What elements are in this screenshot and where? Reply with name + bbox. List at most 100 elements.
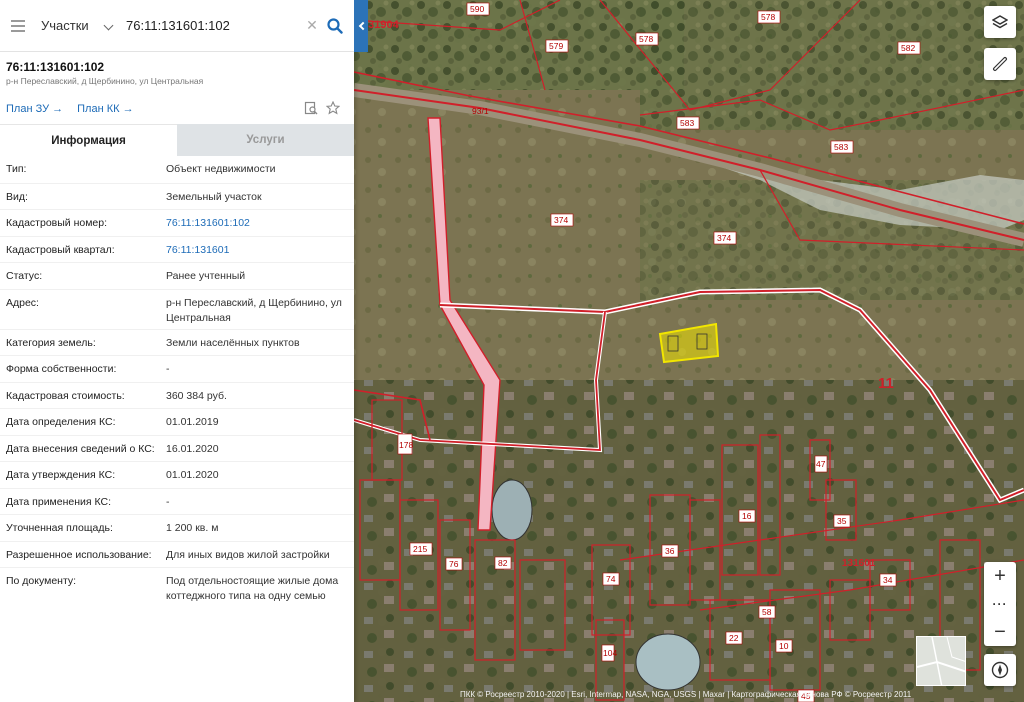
info-value: 1 200 кв. м	[166, 522, 219, 534]
plan-kk-link[interactable]: План КК →	[77, 103, 133, 115]
info-panel: Участки ✕ 76:11:131601:102 р-н Переславс…	[0, 0, 368, 702]
info-list: Тип: Объект недвижимости Вид: Земельный …	[0, 156, 354, 604]
parcel-label: 58	[762, 607, 772, 617]
search-type-select[interactable]: Участки	[36, 0, 116, 52]
search-icon	[327, 17, 343, 34]
object-address: р-н Переславский, д Щербинино, ул Центра…	[6, 76, 204, 86]
info-row: Дата определения КС: 01.01.2019	[0, 408, 354, 435]
panel-tabs: Информация Услуги	[0, 124, 354, 156]
app-root: 131904 590 578 579 578 582 93/1 583 583 …	[0, 0, 1024, 702]
info-row: Адрес: р-н Переславский, д Щербинино, ул…	[0, 288, 354, 329]
info-value: Объект недвижимости	[166, 163, 276, 175]
cadastral-quarter-link[interactable]: 76:11:131601	[166, 243, 354, 263]
parcel-label: 590	[470, 4, 484, 14]
info-label: Разрешенное использование:	[6, 548, 152, 561]
cadastral-number-link[interactable]: 76:11:131601:102	[166, 216, 354, 236]
parcel-label: 374	[554, 215, 568, 225]
more-button[interactable]: ···	[984, 590, 1016, 618]
chevron-left-icon	[358, 21, 367, 31]
info-label: Дата утверждения КС:	[6, 469, 116, 481]
info-label: Форма собственности:	[6, 363, 117, 375]
info-value: 01.01.2020	[166, 469, 219, 481]
info-value: Ранее учтенный	[166, 270, 246, 282]
quarter-label-11: 11	[878, 375, 894, 392]
search-button[interactable]	[322, 0, 348, 52]
search-bar: Участки ✕	[0, 0, 368, 52]
search-input[interactable]	[116, 0, 302, 52]
info-row: Кадастровая стоимость: 360 384 руб.	[0, 381, 354, 409]
info-label: Статус:	[6, 270, 43, 282]
info-label: Дата определения КС:	[6, 416, 116, 428]
info-row: Тип: Объект недвижимости	[0, 156, 354, 183]
menu-icon[interactable]	[0, 0, 36, 52]
info-value: Под отдельностоящие жилые дома коттеджно…	[166, 575, 339, 602]
parcel-label: 47	[816, 459, 826, 469]
parcel-label: 93/1	[472, 106, 489, 116]
zoom-controls: + ··· −	[984, 562, 1016, 646]
info-row: Дата внесения сведений о КС: 16.01.2020	[0, 434, 354, 462]
info-value: -	[166, 363, 170, 375]
map-attribution: ПКК © Росреестр 2010-2020 | Esri, Interm…	[460, 690, 912, 699]
parcel-label: 583	[834, 142, 848, 152]
plan-links: План ЗУ → План КК →	[0, 98, 354, 120]
tab-services[interactable]: Услуги	[177, 124, 354, 156]
parcel-label: 76	[449, 559, 459, 569]
info-label: Кадастровый квартал:	[6, 243, 115, 256]
parcel-label: 104	[603, 648, 617, 658]
parcel-label: 10	[779, 641, 789, 651]
tab-info[interactable]: Информация	[0, 124, 177, 156]
plan-zu-link[interactable]: План ЗУ →	[6, 103, 63, 115]
info-label: Тип:	[6, 163, 27, 175]
parcel-label: 22	[729, 633, 739, 643]
info-value: Для иных видов жилой застройки	[166, 548, 330, 561]
zoom-in-button[interactable]: +	[984, 562, 1016, 590]
ruler-button[interactable]	[984, 48, 1016, 80]
info-value: 16.01.2020	[166, 442, 219, 455]
zoom-out-button[interactable]: −	[984, 618, 1016, 646]
close-icon[interactable]: ✕	[302, 0, 322, 52]
quarter-label-131601: 131601	[842, 558, 876, 569]
layers-button[interactable]	[984, 6, 1016, 38]
info-row: Уточненная площадь: 1 200 кв. м	[0, 514, 354, 541]
info-value: Земельный участок	[166, 190, 262, 203]
info-row: По документу: Под отдельностоящие жилые …	[0, 567, 354, 604]
parcel-label: 74	[606, 574, 616, 584]
compass-button[interactable]	[984, 654, 1016, 686]
object-title: 76:11:131601:102	[6, 60, 105, 74]
info-label: Вид:	[6, 190, 28, 203]
info-label: По документу:	[6, 575, 77, 587]
parcel-label: 578	[761, 12, 775, 22]
minimap-image	[917, 637, 965, 685]
info-label: Кадастровый номер:	[6, 217, 108, 229]
compass-icon	[991, 661, 1009, 679]
info-value: Земли населённых пунктов	[166, 336, 300, 349]
info-value: 360 384 руб.	[166, 389, 227, 402]
parcel-label: 178	[399, 440, 413, 450]
parcel-label: 374	[717, 233, 731, 243]
info-row: Статус: Ранее учтенный	[0, 262, 354, 289]
parcel-label: 82	[498, 558, 508, 568]
search-type-label: Участки	[41, 18, 89, 33]
parcel-label: 578	[639, 34, 653, 44]
info-row: Кадастровый номер: 76:11:131601:102	[0, 209, 354, 236]
chevron-down-icon	[103, 20, 114, 30]
search-document-icon[interactable]	[304, 101, 318, 115]
info-row: Форма собственности: -	[0, 355, 354, 382]
info-row: Кадастровый квартал: 76:11:131601	[0, 235, 354, 263]
info-label: Кадастровая стоимость:	[6, 389, 125, 402]
collapse-panel-button[interactable]	[354, 0, 368, 52]
info-value: р-н Переславский, д Щербинино, ул Центра…	[166, 296, 342, 324]
parcel-label: 16	[742, 511, 752, 521]
parcel-label: 35	[837, 516, 847, 526]
ruler-icon	[993, 57, 1007, 71]
star-icon[interactable]	[326, 101, 340, 115]
info-row: Дата утверждения КС: 01.01.2020	[0, 461, 354, 488]
info-row: Разрешенное использование: Для иных видо…	[0, 540, 354, 568]
info-label: Категория земель:	[6, 336, 96, 349]
parcel-label: 215	[413, 544, 427, 554]
minimap[interactable]	[916, 636, 966, 686]
parcel-label: 34	[883, 575, 893, 585]
info-label: Уточненная площадь:	[6, 522, 113, 534]
info-label: Дата внесения сведений о КС:	[6, 442, 155, 455]
info-value: 01.01.2019	[166, 416, 219, 428]
